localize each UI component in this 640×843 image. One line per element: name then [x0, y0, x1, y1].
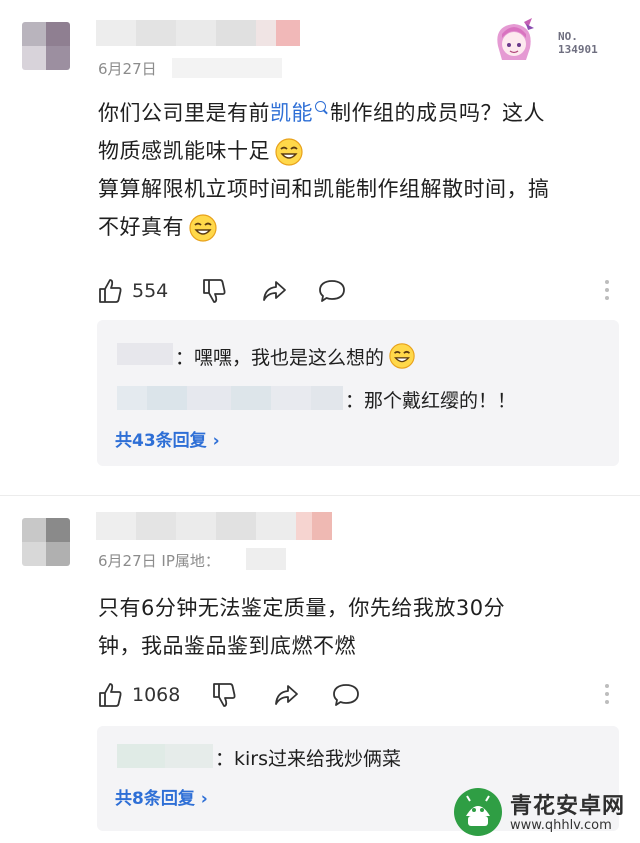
fan-badge[interactable]: NO. 134901: [488, 16, 608, 70]
view-more-replies-link[interactable]: 共43条回复 ›: [115, 426, 220, 451]
site-logo-icon: [454, 788, 502, 836]
watermark-title: 青花安卓网: [510, 794, 626, 819]
text-segment: 只有6分钟无法鉴定质量，你先给我放30分: [98, 596, 506, 620]
reply-text: ：嘿嘿，我也是这么想的: [175, 342, 416, 370]
keyword-link[interactable]: 凯能: [270, 101, 313, 125]
ip-location-blurred: [246, 548, 286, 570]
text-segment: 钟，我品鉴品鉴到底燃不燃: [98, 634, 356, 658]
grin-emoji-icon: [275, 138, 303, 166]
text-segment: 物质感凯能味十足: [98, 139, 270, 163]
view-more-replies-link[interactable]: 共8条回复 ›: [115, 784, 208, 809]
like-icon[interactable]: [96, 681, 124, 709]
text-segment: 制作组的成员吗？这人: [330, 101, 545, 125]
avatar[interactable]: [22, 22, 70, 70]
more-options-icon[interactable]: [604, 280, 610, 304]
comment-actions: 554: [96, 276, 346, 306]
text-segment: 算算解限机立项时间和凯能制作组解散时间，搞: [98, 177, 550, 201]
reply-item[interactable]: ：嘿嘿，我也是这么想的: [97, 338, 619, 372]
comment-icon[interactable]: [332, 681, 360, 709]
like-count: 1068: [132, 684, 181, 706]
date-extra-blurred: [172, 58, 282, 78]
grin-emoji-icon: [189, 214, 217, 242]
site-watermark: 青花安卓网 www.qhhlv.com: [452, 786, 632, 838]
avatar[interactable]: [22, 518, 70, 566]
reply-item[interactable]: ：kirs过来给我炒俩菜: [97, 740, 619, 774]
text-segment: 不好真有: [98, 215, 184, 239]
share-icon[interactable]: [272, 681, 300, 709]
reply-text: ：kirs过来给我炒俩菜: [215, 748, 401, 770]
dislike-icon[interactable]: [200, 277, 228, 305]
grin-emoji-icon: [389, 342, 415, 369]
comment-text: 只有6分钟无法鉴定质量，你先给我放30分 钟，我品鉴品鉴到底燃不燃: [98, 589, 618, 665]
more-options-icon[interactable]: [604, 684, 610, 708]
watermark-url: www.qhhlv.com: [510, 818, 612, 833]
comment-date: 6月27日: [98, 60, 157, 78]
dislike-icon[interactable]: [210, 681, 238, 709]
text-segment: 你们公司里是有前: [98, 101, 270, 125]
reply-text: ：那个戴红缨的！！: [345, 390, 517, 412]
like-count: 554: [132, 280, 169, 302]
reply-username-blurred[interactable]: [117, 343, 173, 365]
search-icon: [315, 101, 326, 112]
reply-username-blurred[interactable]: [117, 386, 343, 410]
anime-avatar-icon: [497, 18, 534, 60]
comment-date: 6月27日 IP属地：: [98, 552, 220, 570]
comment-actions: 1068: [96, 680, 360, 710]
comment-divider: [0, 495, 640, 496]
share-icon[interactable]: [260, 277, 288, 305]
reply-box: ：嘿嘿，我也是这么想的 ：那个戴红缨的！！ 共43条回复 ›: [97, 320, 619, 466]
reply-username-blurred[interactable]: [117, 744, 213, 768]
username-blurred[interactable]: [96, 512, 332, 540]
badge-number: NO. 134901: [558, 30, 598, 56]
like-icon[interactable]: [96, 277, 124, 305]
comment-text: 你们公司里是有前凯能 制作组的成员吗？这人 物质感凯能味十足 算算解限机立项时间和…: [98, 94, 618, 246]
username-blurred[interactable]: [96, 20, 300, 46]
comment-icon[interactable]: [318, 277, 346, 305]
reply-item[interactable]: ：那个戴红缨的！！: [97, 382, 619, 416]
